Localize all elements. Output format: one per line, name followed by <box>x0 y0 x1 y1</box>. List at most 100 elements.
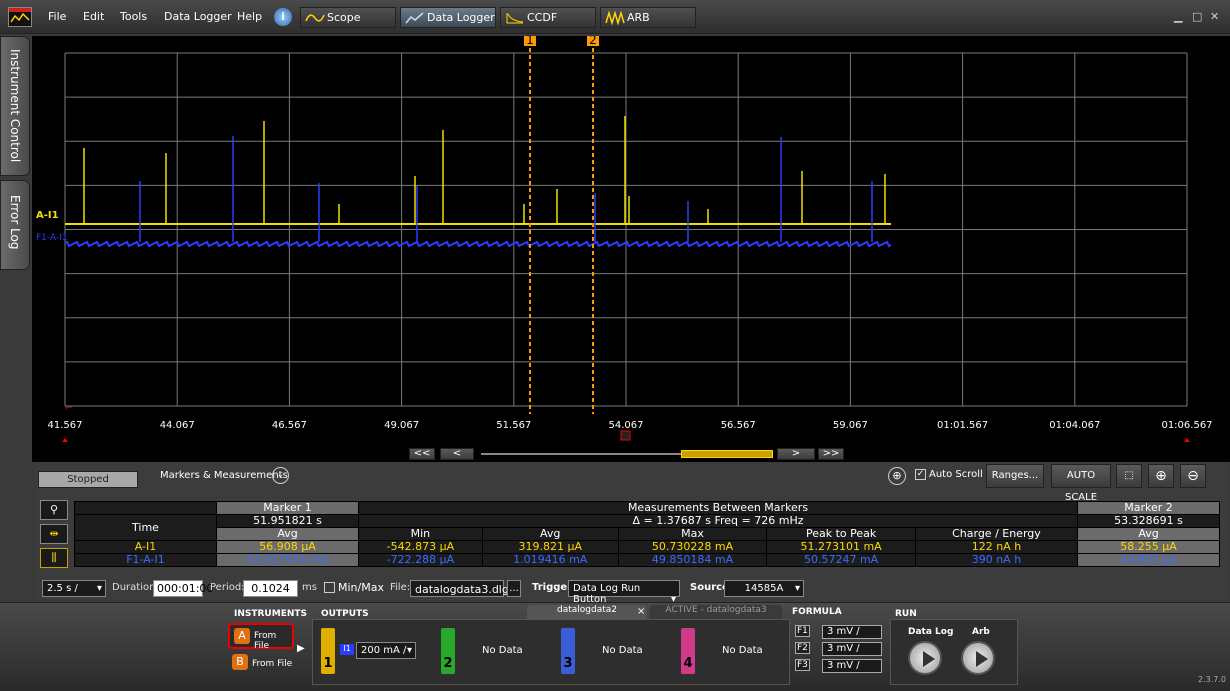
scroll-next-button[interactable]: > <box>777 448 815 460</box>
channel-1-range-value: 200 mA / <box>361 645 407 656</box>
measure-icon[interactable]: ⇹ <box>40 524 68 544</box>
zoom-region-icon[interactable]: ⬚ <box>1116 464 1142 488</box>
channel-4[interactable]: 4 <box>681 628 695 674</box>
delta-freq: Δ = 1.37687 s Freq = 726 mHz <box>358 514 1078 528</box>
x-tick-label: 46.567 <box>272 420 307 431</box>
tab-instrument-control[interactable]: Instrument Control <box>0 36 30 176</box>
plot-traces <box>64 116 892 248</box>
source-select[interactable]: 14585A ▾ <box>724 580 804 597</box>
formula-f3-select[interactable]: 3 mV / <box>822 659 882 673</box>
run-arb-play-button[interactable] <box>961 641 995 675</box>
menu-help[interactable]: Help <box>237 10 262 23</box>
tab-scope-label: Scope <box>327 11 361 24</box>
minimize-icon[interactable]: ▁ <box>1174 11 1186 22</box>
file-field[interactable]: datalogdata3.dlg <box>410 580 509 597</box>
browse-button[interactable]: ... <box>507 580 521 597</box>
auto-scroll-checkbox[interactable]: ✓ <box>915 469 926 480</box>
period-label: Period: <box>210 582 245 593</box>
channel-2[interactable]: 2 <box>441 628 455 674</box>
scroll-first-button[interactable]: << <box>409 448 435 460</box>
scroll-last-button[interactable]: >> <box>818 448 844 460</box>
instrument-a-badge: A <box>234 628 250 644</box>
channel-1[interactable]: 1 <box>321 628 335 674</box>
channel-3[interactable]: 3 <box>561 628 575 674</box>
col-header: Avg <box>481 527 619 541</box>
zoom-out-icon[interactable]: ⊖ <box>1180 464 1206 488</box>
tab-ccdf-label: CCDF <box>527 11 558 24</box>
timeline-thumb[interactable] <box>681 450 773 458</box>
marker2-time: 53.328691 s <box>1077 514 1220 528</box>
tab-instrument-control-label: Instrument Control <box>8 49 22 163</box>
trace-label-a-i1[interactable]: A-I1 <box>36 210 59 221</box>
trigger-label: Trigger <box>532 582 573 593</box>
run-arb-label: Arb <box>972 627 990 637</box>
channel-4-status: No Data <box>722 645 763 656</box>
formula-f2-label: F2 <box>795 642 810 654</box>
col-header: Peak to Peak <box>766 527 916 541</box>
instrument-b-badge: B <box>232 654 248 670</box>
data-logger-plot[interactable]: 1 2 41.567 44.067 46.567 49.067 51.567 54.067 5… <box>32 36 1230 462</box>
tab-error-log-label: Error Log <box>8 195 22 250</box>
ranges-button[interactable]: Ranges... <box>986 464 1044 488</box>
zoom-center-icon <box>620 430 631 441</box>
trace-label-f1-a-i1[interactable]: F1-A-I1 <box>36 233 68 243</box>
menu-data-logger[interactable]: Data Logger <box>164 10 232 23</box>
instrument-b-label: From File <box>252 659 293 669</box>
x-tick-label: 01:01.567 <box>937 420 988 431</box>
instrument-b-button[interactable]: B From File <box>228 651 294 677</box>
trigger-select[interactable]: Data Log Run Button ▾ <box>568 580 680 605</box>
crosshair-icon[interactable]: ⊕ <box>888 467 906 485</box>
outputs-title: OUTPUTS <box>321 609 369 619</box>
marker-2-label: 2 <box>589 36 597 47</box>
minmax-label: Min/Max <box>338 581 384 594</box>
minmax-checkbox[interactable] <box>324 582 335 593</box>
markers-measurements-label[interactable]: Markers & Measurements <box>160 470 288 481</box>
table-cell: 319.821 µA <box>481 540 619 554</box>
tab-arb[interactable]: ARB <box>600 7 696 28</box>
doc-tab-active-datalogdata3[interactable]: ACTIVE - datalogdata3 <box>650 605 782 619</box>
period-field[interactable]: 0.1024 <box>243 580 298 597</box>
marker1-time: 51.951821 s <box>216 514 359 528</box>
instrument-a-button[interactable]: A From File <box>228 623 294 651</box>
chevron-down-icon[interactable]: ⌄ <box>272 467 289 484</box>
duration-field[interactable]: 000:01:00 <box>153 580 213 597</box>
info-icon[interactable]: i <box>274 8 292 26</box>
period-unit: ms <box>302 582 317 593</box>
formula-f1-select[interactable]: 3 mV / <box>822 625 882 639</box>
x-end-arrow-icon <box>1184 438 1190 442</box>
col-header: Avg <box>1077 527 1220 541</box>
table-cell: 58.255 µA <box>1077 540 1220 554</box>
menu-edit[interactable]: Edit <box>83 10 104 23</box>
table-row: F1-A-I1 43.017974 mA -722.288 µA 1.01941… <box>74 553 1220 567</box>
tab-data-logger[interactable]: Data Logger <box>400 7 496 28</box>
row-label: A-I1 <box>74 540 217 554</box>
expand-arrow-icon[interactable]: ▶ <box>297 643 305 654</box>
timebase-select[interactable]: 2.5 s / ▾ <box>42 580 106 597</box>
run-datalog-play-button[interactable] <box>908 641 942 675</box>
source-value: 14585A <box>744 583 784 594</box>
auto-scale-button[interactable]: AUTO SCALE <box>1051 464 1111 503</box>
table-cell: 43.903 µA <box>1077 553 1220 567</box>
x-tick-label: 01:06.567 <box>1161 420 1212 431</box>
maximize-icon[interactable]: □ <box>1192 11 1204 22</box>
zoom-in-icon[interactable]: ⊕ <box>1148 464 1174 488</box>
formula-f2-select[interactable]: 3 mV / <box>822 642 882 656</box>
table-cell: 390 nA h <box>914 553 1079 567</box>
run-title: RUN <box>895 609 917 619</box>
menu-bar: File Edit Tools Data Logger Help i Scope… <box>0 0 1230 34</box>
doc-tab-datalogdata2[interactable]: datalogdata2 <box>527 605 647 619</box>
tab-scope[interactable]: Scope <box>300 7 396 28</box>
table-cell: 49.850184 mA <box>617 553 768 567</box>
tab-ccdf[interactable]: CCDF <box>500 7 596 28</box>
tab-error-log[interactable]: Error Log <box>0 180 30 270</box>
scroll-prev-button[interactable]: < <box>440 448 474 460</box>
x-tick-label: 49.067 <box>384 420 419 431</box>
marker-tool-icon[interactable]: ⚲ <box>40 500 68 520</box>
dropdown-arrow-icon: ▾ <box>794 583 800 594</box>
menu-tools[interactable]: Tools <box>120 10 147 23</box>
close-icon[interactable]: ✕ <box>1210 11 1222 22</box>
close-tab-icon[interactable]: × <box>637 606 645 617</box>
channel-1-range-select[interactable]: 200 mA / ▾ <box>356 642 416 659</box>
menu-file[interactable]: File <box>48 10 66 23</box>
marker-pair-icon[interactable]: ⫼ <box>40 548 68 568</box>
